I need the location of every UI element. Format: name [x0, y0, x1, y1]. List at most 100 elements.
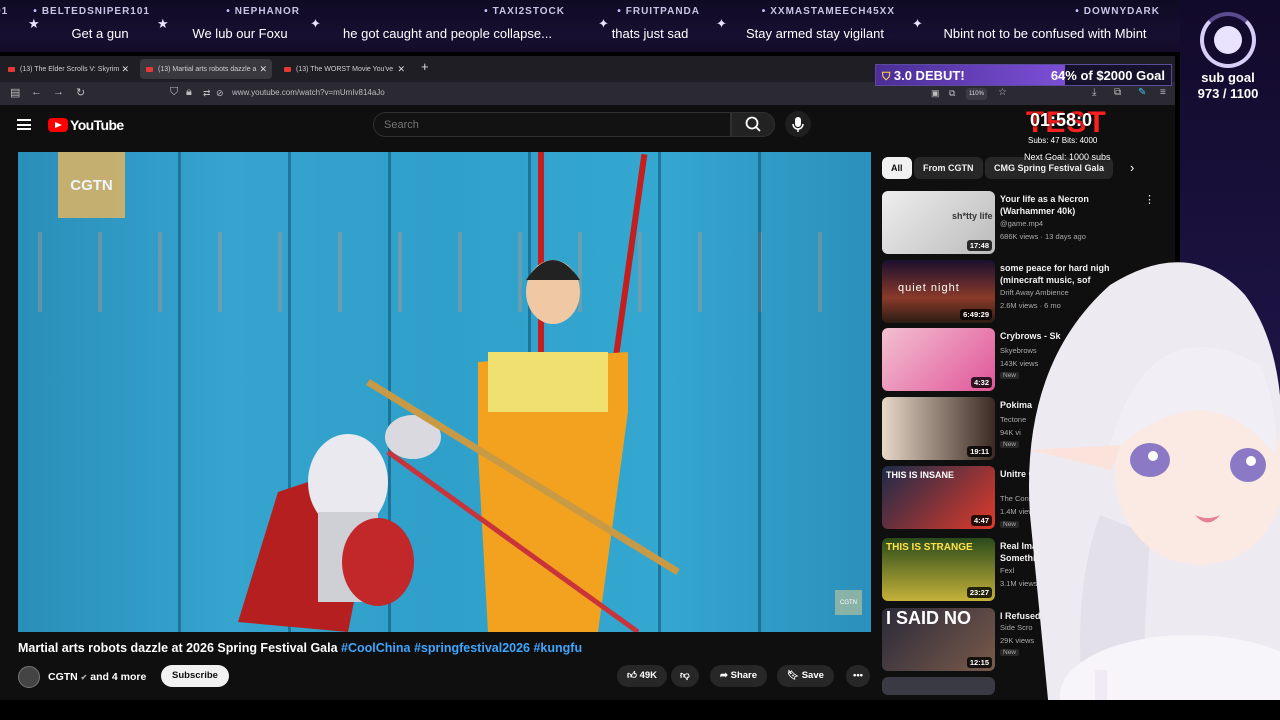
recommendation-title[interactable]: Your life as a Necron (Warhammer 40k) [1000, 193, 1140, 217]
ticker-user: XXMASTAMEECH45XX [762, 6, 895, 17]
ticker-message: BELTEDSNIPER101 Get a gun [42, 0, 150, 52]
video-thumbnail[interactable] [882, 677, 995, 695]
back-icon[interactable]: ← [31, 86, 42, 98]
video-duration: 4:47 [970, 515, 992, 526]
close-icon[interactable]: ✕ [397, 64, 405, 75]
thumbnail-caption: THIS IS STRANGE [886, 542, 973, 553]
search-input[interactable] [373, 112, 731, 137]
video-duration: 17:48 [966, 240, 992, 251]
zoom-level[interactable]: 110% [966, 88, 987, 100]
youtube-favicon-icon [146, 66, 153, 72]
mute-icon[interactable]: ⊘ [216, 88, 224, 99]
ticker-text: Stay armed stay vigilant [745, 26, 885, 41]
channel-avatar[interactable] [18, 666, 40, 688]
stream-timer: 01:58:0 [1030, 110, 1093, 130]
ticker-user: FRUITPANDA [617, 6, 700, 17]
video-player[interactable]: CGTN CGTN [18, 152, 871, 632]
video-duration: 12:15 [966, 657, 992, 668]
video-hashtags[interactable]: #CoolChina #springfestival2026 #kungfu [341, 641, 582, 655]
youtube-favicon-icon [8, 66, 15, 72]
close-icon[interactable]: ✕ [259, 64, 267, 75]
youtube-logo-text[interactable]: YouTube [70, 117, 124, 133]
permissions-icon[interactable]: ⇄ [203, 88, 211, 99]
thumbnail-caption: quiet night [898, 282, 960, 294]
forward-icon[interactable]: → [53, 86, 64, 98]
tab-title: (13) The Elder Scrolls V: Skyrim [20, 65, 120, 73]
plus-icon: ✦ [716, 16, 727, 31]
bottom-bar [0, 700, 1280, 720]
browser-tab-active[interactable]: (13) Martial arts robots dazzle a ✕ [140, 59, 272, 79]
channel-name-row[interactable]: CGTN ✔ and 4 more [48, 671, 146, 683]
lock-icon[interactable]: 🔒︎ [186, 86, 192, 99]
video-thumbnail[interactable]: sh*tty life 17:48 [882, 191, 995, 254]
star-icon: ★ [157, 16, 169, 31]
picture-in-picture-icon[interactable]: ⧉ [949, 88, 955, 99]
close-icon[interactable]: ✕ [121, 64, 129, 75]
video-title: Martial arts robots dazzle at 2026 Sprin… [18, 641, 582, 655]
verified-icon: ✔ [80, 673, 88, 682]
shield-icon[interactable]: ⛉ [170, 86, 178, 99]
video-thumbnail[interactable]: THIS IS STRANGE 23:27 [882, 538, 995, 601]
reader-view-icon[interactable]: ▣ [931, 88, 940, 99]
more-vertical-icon[interactable]: ⋮ [1144, 193, 1155, 206]
video-thumbnail[interactable]: THIS IS INSANE 4:47 [882, 466, 995, 529]
new-tab-icon[interactable]: + [421, 59, 429, 74]
donation-label: ⛉ 3.0 DEBUT! [882, 68, 965, 84]
plus-icon: ✦ [912, 16, 923, 31]
bookmark-star-icon[interactable]: ☆ [998, 87, 1007, 98]
video-thumbnail[interactable]: 19:11 [882, 397, 995, 460]
donation-progress-text: 64% of $2000 Goal [1050, 68, 1165, 83]
thumbnail-caption: THIS IS INSANE [886, 470, 955, 480]
share-button[interactable]: ➦ Share [710, 665, 768, 687]
save-label: Save [801, 670, 824, 681]
browser-tab[interactable]: (13) The WORST Movie You've ✕ [278, 59, 410, 79]
youtube-logo-icon[interactable] [48, 118, 68, 132]
vtuber-avatar [1029, 262, 1280, 720]
ticker-text: he got caught and people collapse... [343, 26, 552, 41]
ticker-user: TAXI2STOCK [484, 6, 565, 17]
download-icon[interactable]: ⤓ [1092, 87, 1096, 98]
more-actions-button[interactable]: ••• [846, 665, 870, 687]
extensions-icon[interactable]: ⧉ [1114, 87, 1121, 98]
search-button[interactable] [731, 112, 775, 137]
video-duration: 6:49:29 [960, 309, 992, 320]
chip-from-cgtn[interactable]: From CGTN [914, 157, 983, 179]
video-thumbnail[interactable]: quiet night 6:49:29 [882, 260, 995, 323]
sidebar-toggle-icon[interactable]: ▤ [10, 86, 20, 99]
ticker-user: 101 [0, 6, 8, 17]
star-icon: ★ [28, 16, 40, 31]
subscribe-button[interactable]: Subscribe [161, 665, 229, 687]
chevron-right-icon[interactable]: › [1130, 160, 1134, 175]
ticker-user: DOWNYDARK [1075, 6, 1160, 17]
voice-search-button[interactable] [785, 111, 811, 137]
hamburger-menu-icon[interactable] [17, 119, 31, 130]
extension-icon[interactable]: ✎ [1138, 87, 1146, 98]
menu-icon[interactable]: ≡ [1160, 87, 1166, 98]
thumbs-up-icon: 👍︎ [627, 670, 637, 681]
chip-all[interactable]: All [882, 157, 912, 179]
tab-title: (13) The WORST Movie You've [296, 65, 394, 73]
thumbs-down-icon: 👎︎ [680, 670, 690, 681]
video-duration: 4:32 [970, 377, 992, 388]
ticker-text: Nbint not to be confused with Mbint [943, 26, 1147, 41]
video-thumbnail[interactable]: 4:32 [882, 328, 995, 391]
sub-goal-count: 973 / 1100 [1197, 86, 1259, 101]
ticker-message: NEPHANOR We lub our Foxu [180, 0, 300, 52]
thumbnail-caption: I SAID NO [886, 608, 972, 628]
video-duration: 23:27 [966, 587, 992, 598]
browser-tab[interactable]: (13) The Elder Scrolls V: Skyrim ✕ [2, 59, 134, 79]
search-icon [745, 116, 761, 132]
more-horizontal-icon: ••• [853, 670, 863, 681]
ticker-user: BELTEDSNIPER101 [33, 6, 150, 17]
save-button[interactable]: 🔖︎ Save [777, 665, 834, 687]
collab-count[interactable]: and 4 more [90, 671, 146, 683]
reload-icon[interactable]: ↻ [76, 86, 85, 99]
like-button[interactable]: 👍︎ 49K [617, 665, 668, 687]
ticker-message: 101 [0, 0, 20, 52]
channel-name[interactable]: CGTN [48, 671, 78, 683]
dislike-button[interactable]: 👎︎ [671, 665, 699, 687]
video-frame-scene [238, 152, 680, 632]
url-bar[interactable]: www.youtube.com/watch?v=mUmIv814aJo [232, 88, 385, 97]
gem-icon: ⛉ [882, 71, 891, 83]
video-thumbnail[interactable]: I SAID NO 12:15 [882, 608, 995, 671]
